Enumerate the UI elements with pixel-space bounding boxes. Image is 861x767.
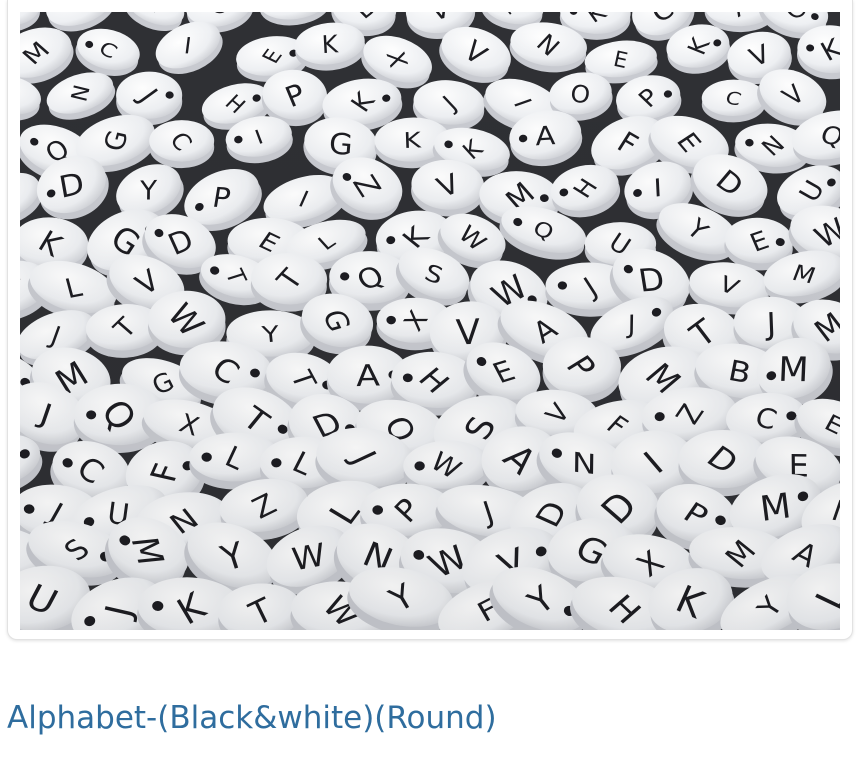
beads-photo: PEYOMBVZKCACMCIEKXVNEKVKCNJHPKJIOPCVQGCI… (20, 12, 840, 630)
product-card[interactable]: PEYOMBVZKCACMCIEKXVNEKVKCNJHPKJIOPCVQGCI… (7, 0, 853, 640)
product-title[interactable]: Alphabet-(Black&white)(Round) (7, 700, 497, 736)
product-image[interactable]: PEYOMBVZKCACMCIEKXVNEKVKCNJHPKJIOPCVQGCI… (20, 12, 840, 630)
